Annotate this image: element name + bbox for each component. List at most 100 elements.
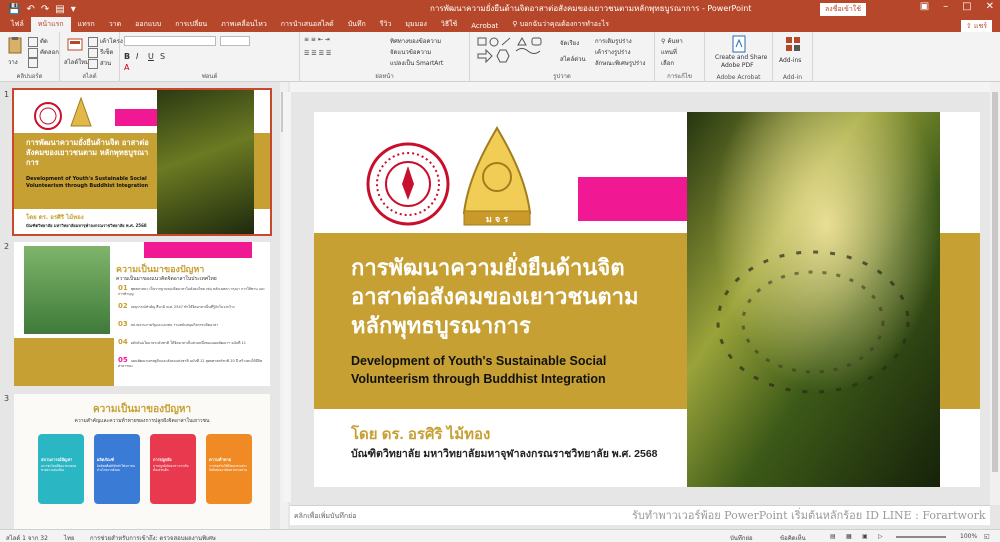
thumb1-forest-photo: [157, 90, 254, 234]
slide-author[interactable]: โดย ดร. อรศิริ ไม้ทอง: [351, 422, 490, 446]
tab-transitions[interactable]: การเปลี่ยน: [168, 17, 214, 32]
thumbnail-slide-3[interactable]: ความเป็นมาของปัญหา ความสำคัญและความท้าทา…: [14, 394, 270, 529]
reset-label: รีเซ็ต: [100, 49, 114, 56]
find-label: ค้นหา: [667, 38, 683, 45]
fit-slide-icon[interactable]: ◱: [984, 533, 990, 540]
slideshow-view-icon[interactable]: ▷: [878, 533, 883, 540]
align-icons[interactable]: ☰ ☰ ☰ ☰: [304, 50, 331, 57]
thumb2-item-1: 01 พุทธศาสนา เป็นรากฐานของจิตอาสาในสังคมไ…: [118, 284, 268, 297]
layout-button[interactable]: เค้าโครง: [88, 36, 123, 47]
thumb3-card-4-head: ความท้าทาย: [209, 457, 231, 462]
find-button[interactable]: ⚲ ค้นหา: [661, 36, 683, 46]
font-family-box[interactable]: [124, 36, 216, 46]
redo-icon[interactable]: ↷: [41, 4, 49, 15]
signin-button[interactable]: ลงชื่อเข้าใช้: [820, 3, 866, 16]
create-pdf-button-line1[interactable]: Create and Share: [715, 54, 767, 61]
paste-icon[interactable]: [6, 36, 24, 54]
zoom-level[interactable]: 100%: [960, 533, 977, 540]
thumb3-card-3-body: การปลูกฝังจิตอาสา ควรเริ่มตั้งแต่วัยเด็ก: [153, 464, 189, 472]
tab-draw[interactable]: วาด: [102, 17, 128, 32]
new-slide-icon[interactable]: [66, 36, 84, 54]
editor-scroll-thumb[interactable]: [992, 92, 998, 472]
shapes-gallery-icon[interactable]: [476, 36, 552, 66]
accessibility-status[interactable]: การช่วยสำหรับการเข้าถึง: ตรวจสอบผลงานพิเ…: [90, 533, 216, 542]
copy-icon: [28, 47, 38, 58]
underline-icon[interactable]: U: [148, 52, 154, 61]
copy-label: คัดลอก: [40, 49, 59, 56]
tab-design[interactable]: ออกแบบ: [128, 17, 168, 32]
quick-styles-button[interactable]: สไตล์ด่วน: [560, 54, 586, 64]
tab-animations[interactable]: ภาพเคลื่อนไหว: [214, 17, 274, 32]
reset-button[interactable]: รีเซ็ต: [88, 47, 113, 58]
customize-qat-icon[interactable]: ▾: [71, 4, 76, 15]
italic-icon[interactable]: I: [136, 52, 138, 61]
main-slide-canvas[interactable]: ม จ ร การพัฒนาความยั่งยืนด้านจิต อาสาต่อ…: [314, 112, 980, 487]
select-button[interactable]: เลือก: [661, 58, 674, 68]
cut-button[interactable]: ตัด: [28, 36, 48, 47]
slide-subtitle[interactable]: Development of Youth's Sustainable Socia…: [351, 352, 681, 388]
comments-button[interactable]: ข้อคิดเห็น: [780, 533, 806, 542]
reading-view-icon[interactable]: ▣: [862, 533, 868, 540]
paste-button[interactable]: วาง: [8, 57, 18, 67]
close-icon[interactable]: ✕: [986, 1, 994, 12]
tab-review[interactable]: รีวิว: [373, 17, 399, 32]
section-button[interactable]: ส่วน: [88, 58, 111, 69]
thumb2-item-1-num: 01: [118, 284, 128, 292]
quick-access-toolbar: 💾 ↶ ↷ ▤ ▾: [0, 4, 76, 15]
zoom-slider[interactable]: [896, 536, 946, 538]
thumbnail-slide-1[interactable]: การพัฒนาความยั่งยืนด้านจิต อาสาต่อสังคมข…: [12, 88, 272, 236]
addins-button[interactable]: Add-ins: [779, 57, 801, 64]
thumb2-item-2-num: 02: [118, 302, 128, 310]
tab-record[interactable]: บันทึก: [341, 17, 373, 32]
find-icon: ⚲: [661, 38, 666, 45]
arrange-button[interactable]: จัดเรียง: [560, 38, 579, 48]
replace-button[interactable]: แทนที่: [661, 47, 677, 57]
slide-affiliation[interactable]: บัณฑิตวิทยาลัย มหาวิทยาลัยมหาจุฬาลงกรณรา…: [351, 445, 658, 462]
acrobat-group: Create and Share Adobe PDF Adobe Acrobat: [705, 32, 773, 82]
tab-help[interactable]: วิธีใช้: [434, 17, 464, 32]
tab-view[interactable]: มุมมอง: [398, 17, 433, 32]
brush-icon: [28, 58, 38, 68]
watermark-text: รับทำพาวเวอร์พ้อย PowerPoint เริ่มต้นหลั…: [632, 509, 986, 522]
present-icon[interactable]: ▤: [55, 4, 64, 15]
thumb-number-1: 1: [4, 90, 10, 99]
tab-file[interactable]: ไฟล์: [4, 17, 31, 32]
minimize-icon[interactable]: –: [943, 1, 948, 12]
maximize-icon[interactable]: □: [962, 1, 971, 12]
undo-icon[interactable]: ↶: [26, 4, 34, 15]
tab-home[interactable]: หน้าแรก: [30, 17, 71, 32]
tab-slideshow[interactable]: การนำเสนอสไลด์: [274, 17, 341, 32]
format-painter-button[interactable]: [28, 58, 40, 68]
thumb3-card-2: ผลิตภัณฑ์ อิทธิพลสื่อดิจิทัลทำให้เยาวชนห…: [94, 434, 140, 504]
editor-scrollbar[interactable]: [990, 82, 1000, 505]
tab-acrobat[interactable]: Acrobat: [464, 20, 505, 32]
align-text-button[interactable]: จัดแนวข้อความ: [390, 47, 431, 57]
new-slide-button[interactable]: สไลด์ใหม่: [64, 57, 89, 67]
pdf-icon[interactable]: [730, 35, 748, 53]
section-label: ส่วน: [100, 60, 112, 67]
ribbon-display-icon[interactable]: ▣: [920, 1, 929, 12]
normal-view-icon[interactable]: ▤: [830, 533, 836, 540]
bullets-icon[interactable]: ≡ ≡ ⇤ ⇥: [304, 36, 330, 43]
tab-insert[interactable]: แทรก: [71, 17, 102, 32]
addins-icon[interactable]: [784, 35, 802, 53]
copy-button[interactable]: คัดลอก: [28, 47, 59, 58]
slide-title[interactable]: การพัฒนาความยั่งยืนด้านจิต อาสาต่อสังคมข…: [351, 253, 681, 340]
language-indicator[interactable]: ไทย: [64, 533, 75, 542]
bold-icon[interactable]: B: [124, 52, 130, 61]
smartart-button[interactable]: แปลงเป็น SmartArt: [390, 58, 443, 68]
thumbnail-slide-2[interactable]: ความเป็นมาของปัญหา ความเป็นมาของแนวคิดจิ…: [14, 242, 270, 386]
shape-fill-button[interactable]: การเติมรูปร่าง: [595, 36, 632, 46]
sorter-view-icon[interactable]: ▦: [846, 533, 852, 540]
tell-me-search[interactable]: ⚲ บอกฉันว่าคุณต้องการทำอะไร: [505, 17, 616, 32]
shape-effects-button[interactable]: ลักษณะพิเศษรูปร่าง: [595, 58, 645, 68]
save-icon[interactable]: 💾: [8, 4, 20, 15]
font-size-box[interactable]: [220, 36, 250, 46]
text-direction-button[interactable]: ทิศทางของข้อความ: [390, 36, 441, 46]
thumb2-item-1-text: พุทธศาสนา เป็นรากฐานของจิตอาสาในสังคมไทย…: [118, 287, 266, 296]
create-pdf-button-line2[interactable]: Adobe PDF: [721, 62, 754, 69]
notes-toggle-button[interactable]: บันทึกย่อ: [730, 533, 753, 542]
thumb3-title: ความเป็นมาของปัญหา: [92, 404, 192, 415]
shape-outline-button[interactable]: เค้าร่างรูปร่าง: [595, 47, 631, 57]
strikethrough-icon[interactable]: S: [160, 52, 165, 61]
